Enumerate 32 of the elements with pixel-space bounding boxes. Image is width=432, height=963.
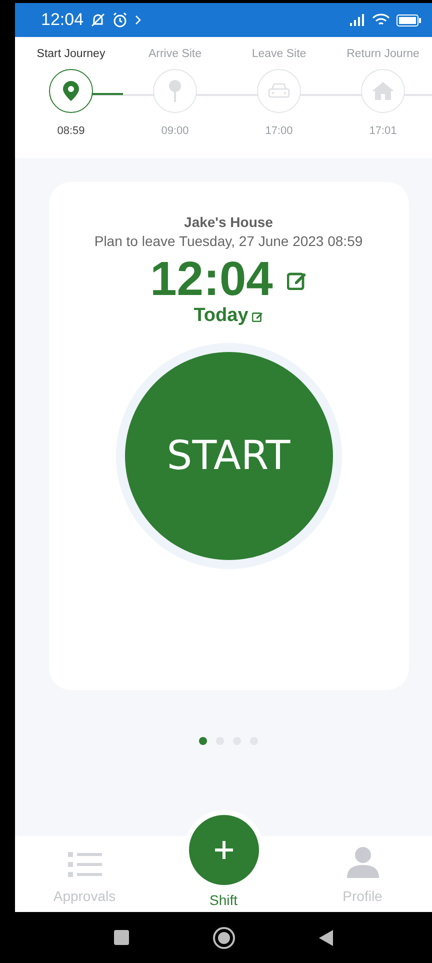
signal-icon [350,14,366,26]
step-label: Leave Site [252,48,306,60]
plus-icon [212,839,234,861]
plan-text: Plan to leave Tuesday, 27 June 2023 08:59 [94,233,363,249]
step-label: Start Journey [36,48,106,60]
back-button[interactable] [319,930,333,946]
battery-icon [396,14,422,26]
wifi-icon [372,13,390,27]
step-time: 09:00 [161,125,189,137]
bell-off-icon [90,12,106,28]
chevron-icon [134,15,142,25]
step-label: Arrive Site [148,48,202,60]
clock-time: 12:04 [41,10,84,30]
edit-icon[interactable] [286,270,307,290]
edit-icon[interactable] [252,310,264,322]
person-icon [346,846,380,878]
add-button[interactable] [188,815,258,885]
step-time: 17:00 [265,125,293,137]
step-time: 17:01 [369,125,397,137]
step-label: Return Journe [346,48,420,60]
current-time: 12:04 [150,255,273,306]
home-button[interactable] [215,928,233,946]
start-button[interactable]: START [124,352,332,560]
list-icon [68,852,102,878]
day-label: Today [194,305,248,328]
page-dot[interactable] [199,737,207,745]
alarm-icon [112,12,128,28]
location-pin-icon[interactable] [49,69,93,113]
place-name: Jake's House [184,214,273,230]
nav-item[interactable]: Shift [154,892,293,912]
step-time: 08:59 [57,125,85,137]
map-marker-icon[interactable] [153,69,197,113]
